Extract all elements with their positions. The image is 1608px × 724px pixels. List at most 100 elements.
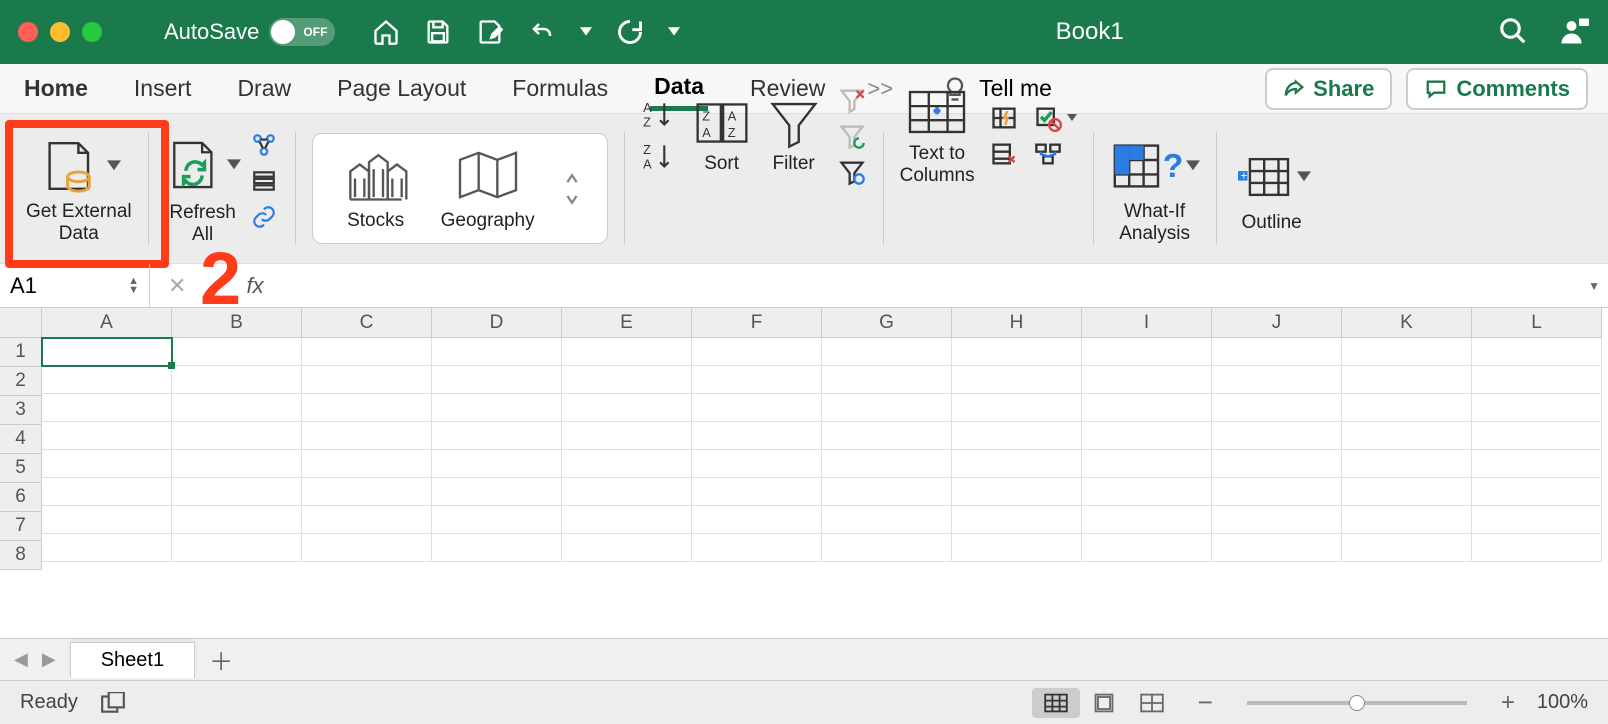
cell[interactable] (1212, 506, 1342, 534)
cell[interactable] (172, 534, 302, 562)
consolidate-button[interactable] (1033, 140, 1077, 168)
outline-button[interactable]: + Outline (1221, 122, 1323, 255)
cell[interactable] (1082, 422, 1212, 450)
cell[interactable] (822, 338, 952, 366)
cell[interactable] (302, 478, 432, 506)
column-header[interactable]: F (692, 308, 822, 338)
cell[interactable] (822, 534, 952, 562)
expand-formula-bar-icon[interactable]: ▼ (1588, 279, 1608, 293)
cell[interactable] (1472, 338, 1602, 366)
cell[interactable] (562, 506, 692, 534)
home-icon[interactable] (371, 17, 401, 47)
row-header[interactable]: 6 (0, 483, 42, 512)
edit-links-icon[interactable] (251, 204, 279, 232)
filter-button[interactable]: Filter (767, 97, 821, 175)
cell[interactable] (302, 366, 432, 394)
cell[interactable] (42, 534, 172, 562)
text-to-columns-button[interactable]: Text to Columns (900, 85, 975, 187)
cell[interactable] (692, 422, 822, 450)
cell[interactable] (172, 478, 302, 506)
column-header[interactable]: H (952, 308, 1082, 338)
cell[interactable] (822, 422, 952, 450)
add-sheet-button[interactable]: ＋ (209, 642, 233, 677)
zoom-in-button[interactable]: + (1501, 689, 1515, 717)
what-if-button[interactable]: ? What-If Analysis (1098, 122, 1212, 255)
connections-icon[interactable] (251, 132, 279, 160)
column-header[interactable]: G (822, 308, 952, 338)
macro-record-icon[interactable] (100, 692, 126, 714)
column-header[interactable]: J (1212, 308, 1342, 338)
cell[interactable] (42, 422, 172, 450)
cell[interactable] (432, 422, 562, 450)
row-header[interactable]: 3 (0, 396, 42, 425)
sort-asc-button[interactable]: AZ (641, 98, 677, 132)
cell[interactable] (562, 338, 692, 366)
cell[interactable] (432, 478, 562, 506)
cell[interactable] (302, 534, 432, 562)
cell[interactable] (692, 366, 822, 394)
cell[interactable] (562, 422, 692, 450)
cell[interactable] (952, 366, 1082, 394)
cell[interactable] (302, 394, 432, 422)
cell[interactable] (692, 394, 822, 422)
properties-icon[interactable] (251, 168, 279, 196)
cell[interactable] (562, 534, 692, 562)
cell[interactable] (1082, 478, 1212, 506)
data-validation-button[interactable] (1033, 104, 1077, 132)
view-page-break-button[interactable] (1128, 688, 1176, 718)
undo-dropdown-icon[interactable] (579, 17, 593, 47)
cell[interactable] (172, 422, 302, 450)
qat-customize-icon[interactable] (667, 17, 681, 47)
cell[interactable] (1212, 366, 1342, 394)
cell[interactable] (692, 478, 822, 506)
fx-icon[interactable]: fx (247, 273, 264, 299)
cell[interactable] (1082, 506, 1212, 534)
cell[interactable] (1342, 394, 1472, 422)
cell[interactable] (1082, 450, 1212, 478)
cell[interactable] (952, 394, 1082, 422)
cell[interactable] (42, 506, 172, 534)
sort-desc-button[interactable]: ZA (641, 140, 677, 174)
cell[interactable] (1472, 366, 1602, 394)
row-header[interactable]: 2 (0, 367, 42, 396)
comments-button[interactable]: Comments (1406, 68, 1588, 110)
row-header[interactable]: 8 (0, 541, 42, 570)
cell[interactable] (1342, 338, 1472, 366)
name-box-spinner[interactable]: ▲▼ (128, 277, 139, 295)
cell[interactable] (562, 478, 692, 506)
column-header[interactable]: C (302, 308, 432, 338)
column-header[interactable]: A (42, 308, 172, 338)
cell[interactable] (1472, 534, 1602, 562)
column-header[interactable]: I (1082, 308, 1212, 338)
view-normal-button[interactable] (1032, 688, 1080, 718)
row-header[interactable]: 1 (0, 338, 42, 367)
cell[interactable] (692, 534, 822, 562)
cell[interactable] (822, 478, 952, 506)
column-header[interactable]: L (1472, 308, 1602, 338)
cell[interactable] (1472, 478, 1602, 506)
row-header[interactable]: 4 (0, 425, 42, 454)
cell[interactable] (172, 366, 302, 394)
view-page-layout-button[interactable] (1080, 688, 1128, 718)
cell[interactable] (1342, 506, 1472, 534)
cell[interactable] (952, 422, 1082, 450)
zoom-value[interactable]: 100% (1537, 691, 1588, 714)
cell[interactable] (432, 338, 562, 366)
cancel-formula-icon[interactable]: ✕ (168, 273, 186, 299)
zoom-out-button[interactable]: − (1198, 687, 1213, 718)
cell[interactable] (952, 506, 1082, 534)
cell[interactable] (822, 506, 952, 534)
zoom-slider[interactable] (1247, 701, 1467, 705)
cell[interactable] (302, 422, 432, 450)
sheet-nav-prev-icon[interactable]: ◀ (14, 649, 28, 670)
cell[interactable] (952, 450, 1082, 478)
cell[interactable] (952, 478, 1082, 506)
formula-input[interactable] (282, 264, 1588, 307)
stocks-button[interactable]: Stocks (341, 146, 411, 232)
cell[interactable] (432, 394, 562, 422)
row-header[interactable]: 7 (0, 512, 42, 541)
cell[interactable] (1342, 366, 1472, 394)
tab-page-layout[interactable]: Page Layout (333, 69, 470, 108)
cell[interactable] (432, 366, 562, 394)
cell[interactable] (1212, 422, 1342, 450)
